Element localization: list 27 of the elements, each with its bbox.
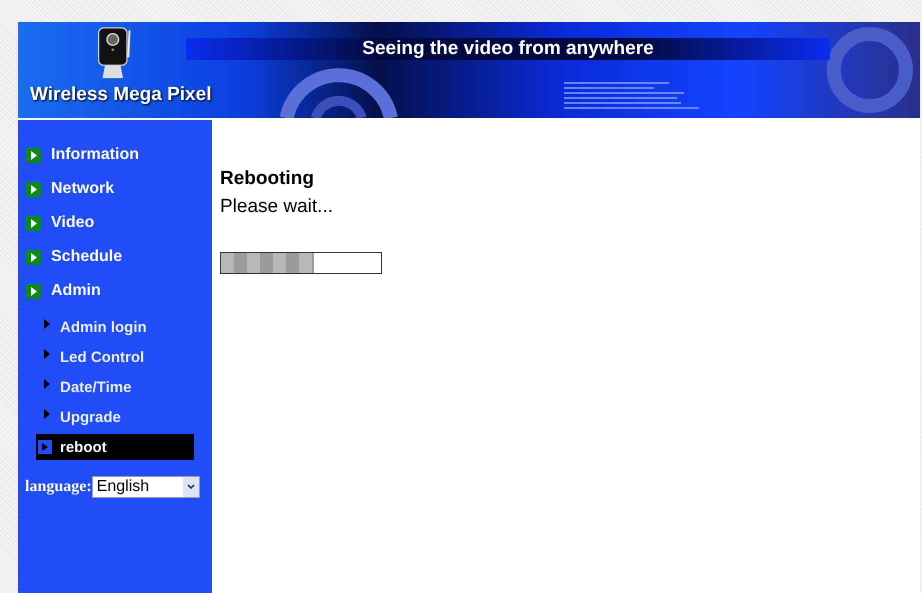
nav-subitem[interactable]: reboot — [36, 434, 194, 460]
nav-subitem[interactable]: Upgrade — [36, 404, 194, 430]
language-select[interactable]: English — [92, 476, 200, 498]
nav-item[interactable]: Video — [18, 208, 212, 238]
play-icon — [38, 440, 52, 454]
play-icon — [26, 182, 41, 196]
play-icon — [26, 216, 41, 230]
chevron-down-icon — [182, 477, 199, 497]
nav-item[interactable]: Information — [18, 140, 212, 170]
nav-subitem[interactable]: Admin login — [36, 314, 194, 340]
play-icon — [26, 284, 41, 298]
triangle-icon — [44, 319, 50, 329]
nav-subitem[interactable]: Led Control — [36, 344, 194, 370]
nav-item[interactable]: Schedule — [18, 242, 212, 272]
status-message: Please wait... — [220, 196, 334, 218]
play-icon — [26, 250, 41, 264]
nav-subitem[interactable]: Date/Time — [36, 374, 194, 400]
play-icon — [26, 148, 41, 162]
language-label: language: — [25, 478, 92, 496]
triangle-icon — [44, 379, 50, 389]
brand-name: Wireless Mega Pixel — [30, 84, 212, 106]
nav-item[interactable]: Admin — [18, 276, 212, 306]
triangle-icon — [44, 409, 50, 419]
status-title: Rebooting — [220, 168, 315, 190]
triangle-icon — [44, 349, 50, 359]
nav-item[interactable]: Network — [18, 174, 212, 204]
banner-slogan: Seeing the video from anywhere — [362, 38, 654, 60]
